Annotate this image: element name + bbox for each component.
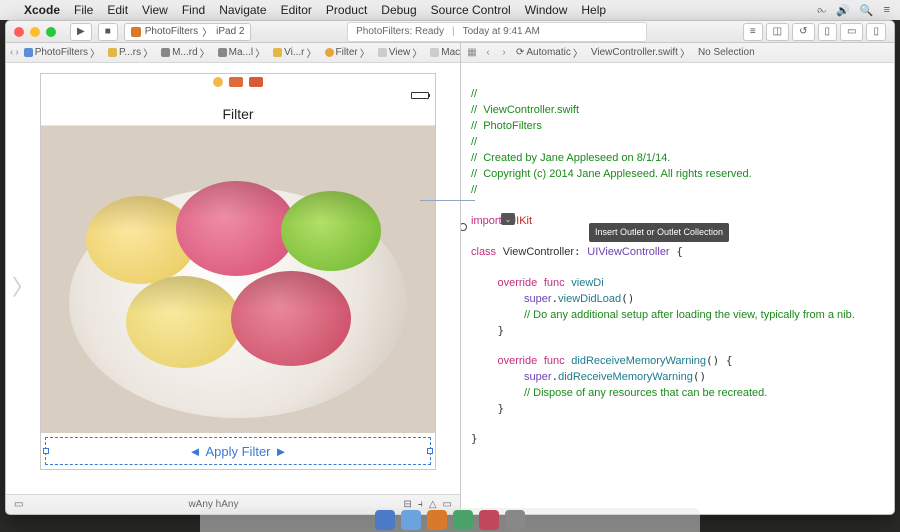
related-items-icon[interactable]: ▦ — [465, 47, 479, 58]
outlet-connector-ring-icon[interactable] — [461, 223, 467, 231]
run-button[interactable]: ▶ — [70, 23, 92, 41]
insert-indicator-icon: ⌄ — [501, 213, 515, 225]
xcode-toolbar: ▶ ■ PhotoFilters 〉 iPad 2 PhotoFilters: … — [6, 21, 894, 43]
code-editor[interactable]: // // ViewController.swift // PhotoFilte… — [461, 63, 894, 514]
dock-safari-icon[interactable] — [401, 510, 421, 530]
scheme-device-label: iPad 2 — [216, 26, 244, 37]
stop-button[interactable]: ■ — [98, 23, 118, 41]
dock-app-icon[interactable] — [427, 510, 447, 530]
battery-icon — [411, 92, 429, 99]
app-menu[interactable]: Xcode — [24, 3, 60, 17]
left-jump-bar[interactable]: ‹ › PhotoFilters〉 P...rs〉 M...rd〉 Ma...l… — [6, 43, 460, 63]
menu-navigate[interactable]: Navigate — [219, 3, 266, 17]
apply-filter-label: Apply Filter — [205, 444, 270, 459]
activity-subtitle: Today at 9:41 AM — [463, 26, 540, 37]
dock-messages-icon[interactable] — [453, 510, 473, 530]
scheme-selector[interactable]: PhotoFilters 〉 iPad 2 — [124, 23, 252, 41]
toggle-navigator-button[interactable]: ▯ — [818, 23, 838, 41]
wifi-icon[interactable]: ⧜ — [817, 4, 826, 17]
image-view[interactable] — [41, 126, 435, 433]
menu-view[interactable]: View — [142, 3, 168, 17]
version-editor-button[interactable]: ↺ — [792, 23, 814, 41]
menu-editor[interactable]: Editor — [281, 3, 312, 17]
menu-extra-icon[interactable]: ≡ — [884, 4, 890, 16]
minimize-icon[interactable] — [30, 27, 40, 37]
volume-icon[interactable]: 🔊 — [836, 4, 850, 17]
ib-canvas[interactable]: 〉 Filter ◄ Ap — [6, 63, 460, 494]
exit-icon[interactable] — [249, 77, 263, 87]
dock-calendar-icon[interactable] — [479, 510, 499, 530]
zoom-icon[interactable] — [46, 27, 56, 37]
nav-bar-title: Filter — [41, 102, 435, 126]
outlet-tooltip: Insert Outlet or Outlet Collection — [589, 223, 729, 242]
menu-edit[interactable]: Edit — [107, 3, 128, 17]
device-frame: Filter ◄ Apply Filter ► — [40, 73, 436, 470]
toggle-utilities-button[interactable]: ▯ — [866, 23, 886, 41]
menu-file[interactable]: File — [74, 3, 93, 17]
activity-viewer: PhotoFilters: Ready | Today at 9:41 AM — [347, 22, 647, 42]
counterpart-icon: ⟳ — [516, 47, 524, 58]
scene-owner-icon[interactable] — [213, 77, 223, 87]
first-responder-icon[interactable] — [229, 77, 243, 87]
menu-product[interactable]: Product — [326, 3, 367, 17]
scene-back-arrow-icon[interactable]: 〉 — [12, 270, 34, 302]
close-icon[interactable] — [14, 27, 24, 37]
dock-settings-icon[interactable] — [505, 510, 525, 530]
toggle-debug-button[interactable]: ▭ — [840, 23, 863, 41]
status-bar — [41, 90, 435, 102]
search-icon[interactable]: 🔍 — [860, 4, 874, 17]
xcode-window: ▶ ■ PhotoFilters 〉 iPad 2 PhotoFilters: … — [5, 20, 895, 515]
standard-editor-button[interactable]: ≡ — [743, 23, 763, 41]
menu-source-control[interactable]: Source Control — [431, 3, 511, 17]
jump-back-icon[interactable]: ‹ — [10, 47, 13, 58]
scheme-app-label: PhotoFilters — [145, 26, 198, 37]
dock-finder-icon[interactable] — [375, 510, 395, 530]
menu-window[interactable]: Window — [525, 3, 568, 17]
menu-debug[interactable]: Debug — [381, 3, 416, 17]
apply-filter-button[interactable]: ◄ Apply Filter ► — [45, 437, 431, 465]
menu-find[interactable]: Find — [182, 3, 205, 17]
dock[interactable] — [200, 508, 700, 532]
assistant-editor-button[interactable]: ◫ — [766, 23, 789, 41]
menu-help[interactable]: Help — [581, 3, 606, 17]
mac-menubar: Xcode File Edit View Find Navigate Edito… — [0, 0, 900, 20]
jump-forward-icon[interactable]: › — [15, 47, 18, 58]
doc-outline-toggle-icon[interactable]: ▭ — [14, 499, 23, 510]
outlet-drag-line — [420, 200, 475, 201]
activity-title: PhotoFilters: Ready — [356, 26, 444, 37]
right-jump-bar[interactable]: ▦ ‹› ⟳Automatic〉 ViewController.swift〉 N… — [461, 43, 894, 63]
app-icon — [131, 27, 141, 37]
